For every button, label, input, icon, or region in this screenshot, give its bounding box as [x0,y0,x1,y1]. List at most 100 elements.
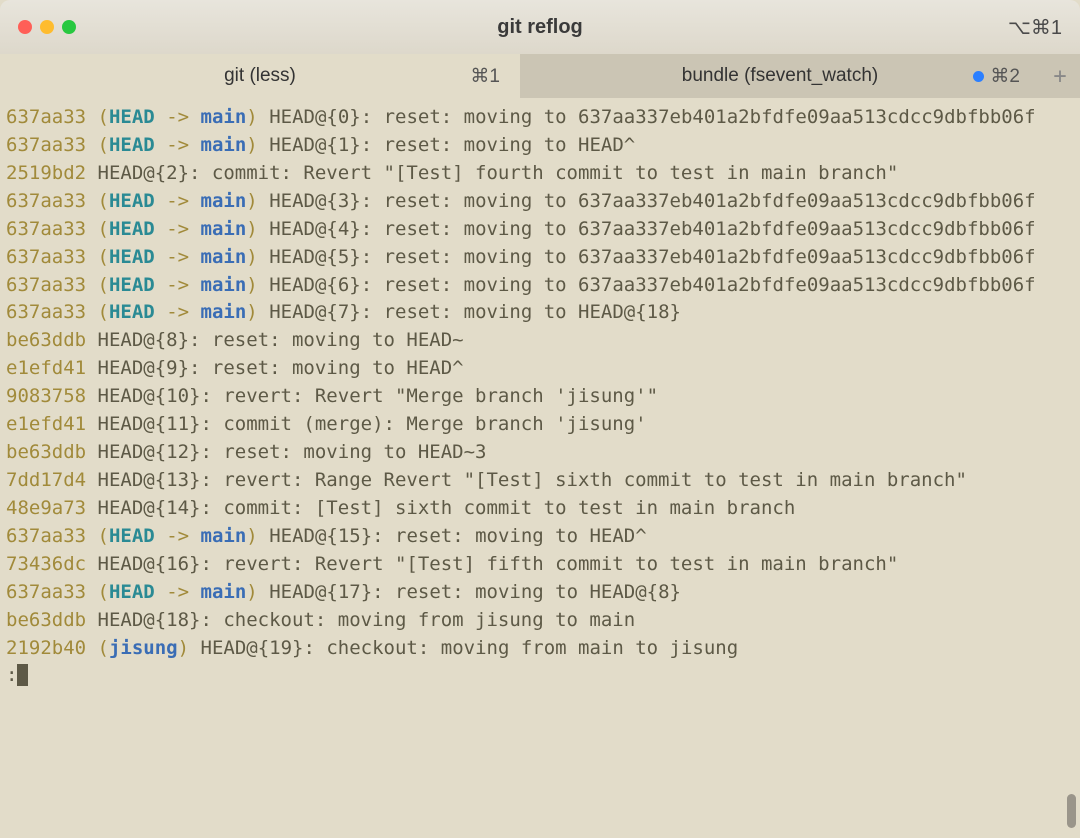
tab-shortcut-text: ⌘2 [990,65,1020,88]
reflog-line: e1efd41 HEAD@{9}: reset: moving to HEAD^ [6,355,1074,383]
head-label: HEAD [109,190,155,212]
reflog-line: 637aa33 (HEAD -> main) HEAD@{6}: reset: … [6,272,1074,300]
head-label: HEAD [109,301,155,323]
reflog-line: be63ddb HEAD@{12}: reset: moving to HEAD… [6,439,1074,467]
reflog-message: HEAD@{14}: commit: [Test] sixth commit t… [98,497,796,519]
minimize-window-button[interactable] [40,20,54,34]
paren-close: ) [178,637,189,659]
reflog-line: 637aa33 (HEAD -> main) HEAD@{0}: reset: … [6,104,1074,132]
reflog-line: 637aa33 (HEAD -> main) HEAD@{7}: reset: … [6,299,1074,327]
reflog-message: HEAD@{7}: reset: moving to HEAD@{18} [269,301,681,323]
reflog-message: HEAD@{6}: reset: moving to 637aa337eb401… [269,274,1035,296]
reflog-message: HEAD@{3}: reset: moving to 637aa337eb401… [269,190,1035,212]
commit-hash: 637aa33 [6,274,86,296]
arrow-icon: -> [155,274,201,296]
branch-name: main [201,106,247,128]
branch-name: jisung [109,637,178,659]
branch-name: main [201,581,247,603]
reflog-message: HEAD@{11}: commit (merge): Merge branch … [98,413,647,435]
reflog-line: 2519bd2 HEAD@{2}: commit: Revert "[Test]… [6,160,1074,188]
reflog-message: HEAD@{2}: commit: Revert "[Test] fourth … [98,162,899,184]
reflog-message: HEAD@{8}: reset: moving to HEAD~ [98,329,464,351]
commit-hash: e1efd41 [6,357,86,379]
cursor [17,664,28,686]
window-title: git reflog [497,16,583,39]
reflog-line: 637aa33 (HEAD -> main) HEAD@{15}: reset:… [6,523,1074,551]
reflog-message: HEAD@{17}: reset: moving to HEAD@{8} [269,581,681,603]
reflog-line: 637aa33 (HEAD -> main) HEAD@{5}: reset: … [6,244,1074,272]
paren-open: ( [98,218,109,240]
branch-name: main [201,246,247,268]
tab-label: bundle (fsevent_watch) [682,65,878,87]
commit-hash: e1efd41 [6,413,86,435]
reflog-line: 637aa33 (HEAD -> main) HEAD@{17}: reset:… [6,579,1074,607]
paren-open: ( [98,274,109,296]
reflog-line: 73436dc HEAD@{16}: revert: Revert "[Test… [6,551,1074,579]
paren-open: ( [98,106,109,128]
arrow-icon: -> [155,190,201,212]
new-tab-button[interactable]: + [1040,54,1080,98]
reflog-message: HEAD@{13}: revert: Range Revert "[Test] … [98,469,967,491]
arrow-icon: -> [155,106,201,128]
reflog-line: be63ddb HEAD@{18}: checkout: moving from… [6,607,1074,635]
commit-hash: 637aa33 [6,525,86,547]
commit-hash: 637aa33 [6,106,86,128]
reflog-line: 48e9a73 HEAD@{14}: commit: [Test] sixth … [6,495,1074,523]
paren-close: ) [246,106,257,128]
close-window-button[interactable] [18,20,32,34]
plus-icon: + [1053,64,1066,89]
commit-hash: 637aa33 [6,218,86,240]
paren-close: ) [246,218,257,240]
branch-name: main [201,525,247,547]
paren-open: ( [98,581,109,603]
reflog-message: HEAD@{12}: reset: moving to HEAD~3 [98,441,487,463]
paren-open: ( [98,637,109,659]
commit-hash: be63ddb [6,329,86,351]
activity-indicator-dot [973,71,984,82]
reflog-message: HEAD@{0}: reset: moving to 637aa337eb401… [269,106,1035,128]
tab-shortcut-label: ⌘1 [470,65,500,88]
reflog-message: HEAD@{5}: reset: moving to 637aa337eb401… [269,246,1035,268]
reflog-message: HEAD@{19}: checkout: moving from main to… [201,637,739,659]
head-label: HEAD [109,218,155,240]
tab-git-less[interactable]: git (less) ⌘1 [0,54,520,98]
commit-hash: 637aa33 [6,190,86,212]
tab-bar: git (less) ⌘1 bundle (fsevent_watch) ⌘2 … [0,54,1080,98]
zoom-window-button[interactable] [62,20,76,34]
head-label: HEAD [109,134,155,156]
terminal-output[interactable]: 637aa33 (HEAD -> main) HEAD@{0}: reset: … [0,98,1080,696]
commit-hash: be63ddb [6,441,86,463]
reflog-line: 637aa33 (HEAD -> main) HEAD@{3}: reset: … [6,188,1074,216]
commit-hash: 48e9a73 [6,497,86,519]
reflog-message: HEAD@{16}: revert: Revert "[Test] fifth … [98,553,899,575]
paren-open: ( [98,190,109,212]
reflog-line: be63ddb HEAD@{8}: reset: moving to HEAD~ [6,327,1074,355]
reflog-line: 2192b40 (jisung) HEAD@{19}: checkout: mo… [6,635,1074,663]
tab-bundle-fsevent[interactable]: bundle (fsevent_watch) ⌘2 [520,54,1040,98]
paren-close: ) [246,581,257,603]
paren-close: ) [246,274,257,296]
paren-close: ) [246,246,257,268]
less-prompt[interactable]: : [6,662,1074,690]
commit-hash: 637aa33 [6,134,86,156]
commit-hash: 73436dc [6,553,86,575]
branch-name: main [201,218,247,240]
commit-hash: 9083758 [6,385,86,407]
reflog-line: 7dd17d4 HEAD@{13}: revert: Range Revert … [6,467,1074,495]
head-label: HEAD [109,246,155,268]
paren-open: ( [98,525,109,547]
scrollbar-thumb[interactable] [1067,794,1076,828]
head-label: HEAD [109,581,155,603]
paren-open: ( [98,301,109,323]
branch-name: main [201,190,247,212]
commit-hash: 637aa33 [6,301,86,323]
reflog-message: HEAD@{4}: reset: moving to 637aa337eb401… [269,218,1035,240]
commit-hash: 637aa33 [6,246,86,268]
paren-open: ( [98,134,109,156]
arrow-icon: -> [155,246,201,268]
paren-close: ) [246,134,257,156]
traffic-lights [0,20,76,34]
tab-shortcut-label: ⌘2 [973,65,1020,88]
commit-hash: 7dd17d4 [6,469,86,491]
reflog-line: e1efd41 HEAD@{11}: commit (merge): Merge… [6,411,1074,439]
